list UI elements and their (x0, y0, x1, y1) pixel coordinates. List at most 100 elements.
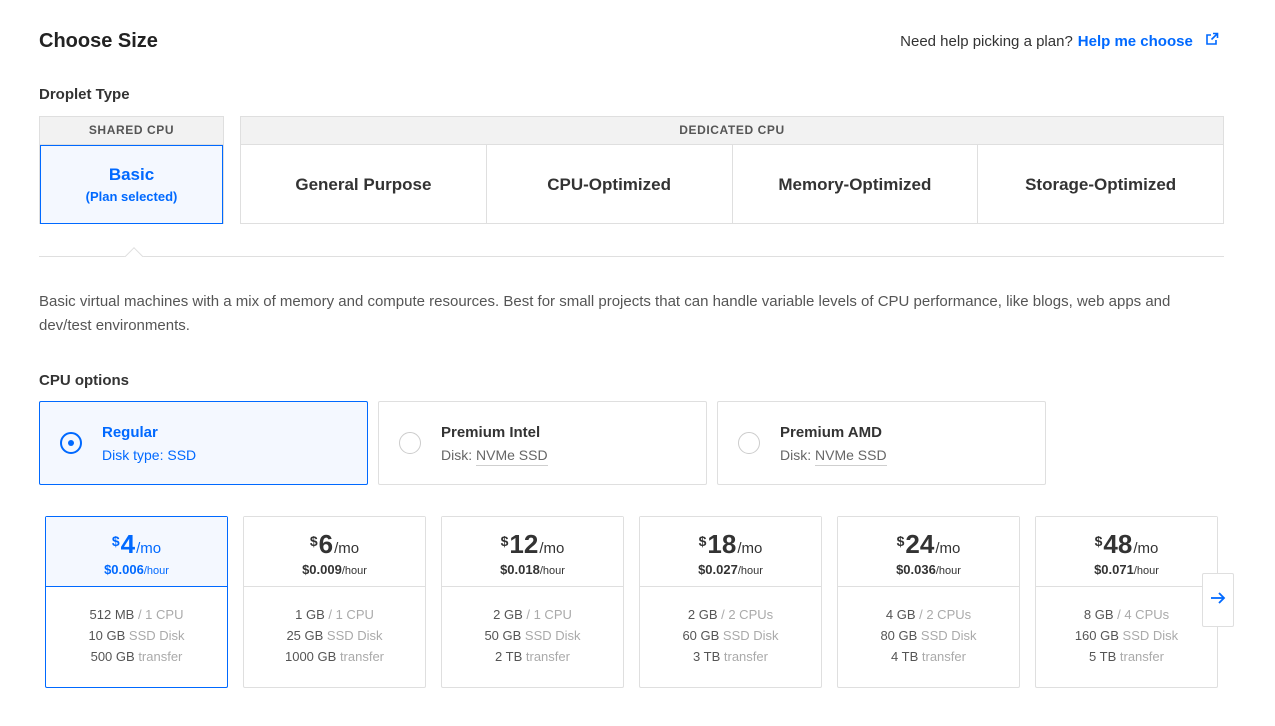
disk: 25 GB (286, 628, 324, 643)
hourly-price: $0.006/hour (46, 562, 227, 577)
transfer: 1000 GB (284, 649, 337, 664)
monthly-price: $12/mo (442, 529, 623, 560)
transfer: 2 TB (495, 649, 523, 664)
tab-label: Memory-Optimized (778, 174, 932, 194)
tab-label: Storage-Optimized (1025, 174, 1177, 194)
price-amount: 12 (509, 529, 539, 559)
tab-label: CPU-Optimized (547, 174, 671, 194)
shared-cpu-header: SHARED CPU (40, 117, 223, 145)
plan-description: Basic virtual machines with a mix of mem… (39, 293, 1171, 334)
droplet-type-label: Droplet Type (39, 86, 130, 103)
cpu-count: / 1 CPU (526, 607, 572, 622)
tab-general-purpose[interactable]: General Purpose (241, 145, 487, 224)
memory: 2 GB (687, 607, 718, 622)
disk-unit: SSD Disk (524, 628, 581, 643)
hourly-amount: $0.006 (104, 562, 144, 577)
transfer-unit: transfer (138, 649, 183, 664)
shared-cpu-group: SHARED CPU Basic (Plan selected) (39, 116, 224, 224)
cpu-option-disk: Disk type: SSD (102, 447, 196, 463)
cpu-option-premium-amd[interactable]: Premium AMD Disk: NVMe SSD (717, 401, 1046, 485)
disk-value: NVMe SSD (815, 446, 887, 466)
hourly-price: $0.009/hour (244, 562, 425, 577)
page-title: Choose Size (39, 30, 158, 52)
plan-specs: 1 GB / 1 CPU 25 GB SSD Disk 1000 GB tran… (244, 587, 425, 667)
disk: 50 GB (484, 628, 522, 643)
hourly-unit: /hour (1133, 565, 1159, 577)
plan-card-6[interactable]: $6/mo $0.009/hour 1 GB / 1 CPU 25 GB SSD… (243, 516, 426, 688)
disk: 60 GB (682, 628, 720, 643)
memory: 512 MB (89, 607, 135, 622)
currency: $ (698, 533, 707, 549)
hourly-amount: $0.018 (500, 562, 540, 577)
memory: 2 GB (493, 607, 523, 622)
disk-unit: SSD Disk (1122, 628, 1179, 643)
transfer-unit: transfer (723, 649, 768, 664)
radio-checked-icon (60, 432, 82, 454)
radio-unchecked-icon (399, 432, 421, 454)
hourly-amount: $0.009 (302, 562, 342, 577)
plan-card-4[interactable]: $4/mo $0.006/hour 512 MB / 1 CPU 10 GB S… (45, 516, 228, 688)
carousel-next-button[interactable] (1202, 573, 1234, 627)
plan-specs: 4 GB / 2 CPUs 80 GB SSD Disk 4 TB transf… (838, 587, 1019, 667)
currency: $ (111, 533, 120, 549)
disk: 10 GB (88, 628, 126, 643)
price-period: /mo (334, 540, 360, 557)
disk-label: Disk: (441, 446, 473, 463)
plan-selected-note: (Plan selected) (85, 189, 178, 204)
monthly-price: $24/mo (838, 529, 1019, 560)
help-link-label: Help me choose (1077, 33, 1193, 50)
cpu-option-premium-intel[interactable]: Premium Intel Disk: NVMe SSD (378, 401, 707, 485)
price-period: /mo (136, 540, 162, 557)
plan-card-12[interactable]: $12/mo $0.018/hour 2 GB / 1 CPU 50 GB SS… (441, 516, 624, 688)
cpu-count: / 2 CPUs (919, 607, 972, 622)
price-amount: 18 (707, 529, 737, 559)
plan-card-24[interactable]: $24/mo $0.036/hour 4 GB / 2 CPUs 80 GB S… (837, 516, 1020, 688)
hourly-price: $0.027/hour (640, 562, 821, 577)
hourly-unit: /hour (143, 565, 169, 577)
cpu-option-name: Regular (102, 423, 158, 441)
hourly-amount: $0.027 (698, 562, 738, 577)
disk-label: Disk: (780, 446, 812, 463)
hourly-price: $0.036/hour (838, 562, 1019, 577)
transfer: 3 TB (693, 649, 721, 664)
disk-unit: SSD Disk (722, 628, 779, 643)
hourly-unit: /hour (737, 565, 763, 577)
currency: $ (896, 533, 905, 549)
plan-specs: 2 GB / 2 CPUs 60 GB SSD Disk 3 TB transf… (640, 587, 821, 667)
cpu-count: / 4 CPUs (1117, 607, 1170, 622)
transfer-unit: transfer (1119, 649, 1164, 664)
disk-unit: SSD Disk (326, 628, 383, 643)
price-period: /mo (1133, 540, 1159, 557)
cpu-option-disk: Disk: NVMe SSD (441, 446, 548, 466)
tab-basic[interactable]: Basic (Plan selected) (40, 145, 223, 224)
cpu-count: / 1 CPU (328, 607, 374, 622)
selection-pointer (124, 247, 144, 257)
hourly-unit: /hour (935, 565, 961, 577)
hourly-amount: $0.071 (1094, 562, 1134, 577)
cpu-option-name: Premium AMD (780, 423, 882, 441)
price-amount: 48 (1103, 529, 1133, 559)
monthly-price: $48/mo (1036, 529, 1217, 560)
cpu-option-regular[interactable]: Regular Disk type: SSD (39, 401, 368, 485)
disk: 80 GB (880, 628, 918, 643)
memory: 8 GB (1083, 607, 1114, 622)
price-period: /mo (935, 540, 961, 557)
price-amount: 24 (905, 529, 935, 559)
help-me-choose-link[interactable]: Help me choose (1078, 32, 1219, 50)
help-row: Need help picking a plan? Help me choose (900, 32, 1219, 50)
currency: $ (1094, 533, 1103, 549)
tab-label: General Purpose (295, 174, 432, 194)
transfer-unit: transfer (339, 649, 385, 664)
cpu-option-name: Premium Intel (441, 423, 541, 441)
disk-label: Disk type: (102, 446, 164, 463)
disk-value: NVMe SSD (476, 446, 548, 466)
radio-unchecked-icon (738, 432, 760, 454)
tab-storage-optimized[interactable]: Storage-Optimized (978, 145, 1223, 224)
tab-memory-optimized[interactable]: Memory-Optimized (733, 145, 979, 224)
tab-cpu-optimized[interactable]: CPU-Optimized (487, 145, 733, 224)
plan-specs: 2 GB / 1 CPU 50 GB SSD Disk 2 TB transfe… (442, 587, 623, 667)
plan-card-18[interactable]: $18/mo $0.027/hour 2 GB / 2 CPUs 60 GB S… (639, 516, 822, 688)
monthly-price: $18/mo (640, 529, 821, 560)
cpu-options-label: CPU options (39, 372, 129, 389)
plan-card-48[interactable]: $48/mo $0.071/hour 8 GB / 4 CPUs 160 GB … (1035, 516, 1218, 688)
